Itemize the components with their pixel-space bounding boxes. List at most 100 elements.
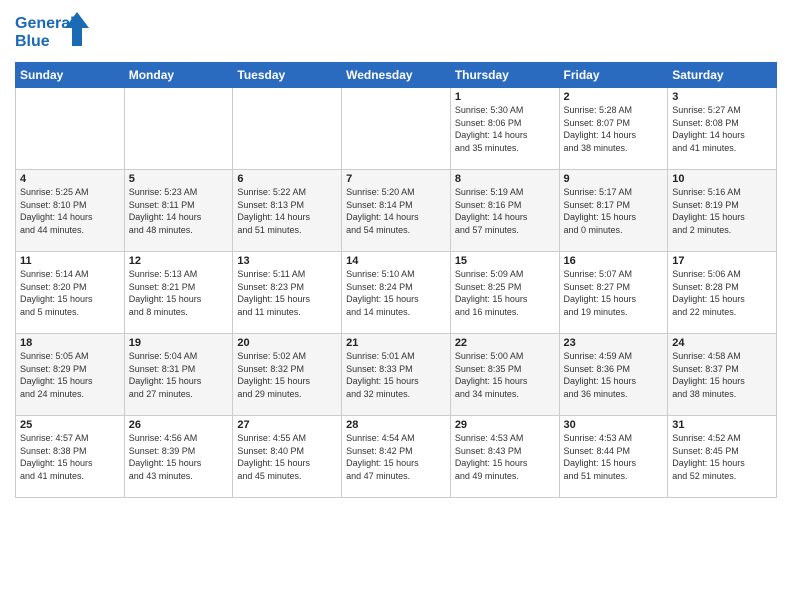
day-info: Sunrise: 5:28 AM Sunset: 8:07 PM Dayligh… bbox=[564, 104, 664, 154]
calendar-cell: 13Sunrise: 5:11 AM Sunset: 8:23 PM Dayli… bbox=[233, 252, 342, 334]
day-info: Sunrise: 4:58 AM Sunset: 8:37 PM Dayligh… bbox=[672, 350, 772, 400]
day-number: 7 bbox=[346, 173, 446, 185]
weekday-header: Sunday bbox=[16, 63, 125, 88]
day-number: 31 bbox=[672, 419, 772, 431]
calendar-cell: 27Sunrise: 4:55 AM Sunset: 8:40 PM Dayli… bbox=[233, 416, 342, 498]
weekday-header: Tuesday bbox=[233, 63, 342, 88]
calendar-cell: 30Sunrise: 4:53 AM Sunset: 8:44 PM Dayli… bbox=[559, 416, 668, 498]
calendar-week-row: 18Sunrise: 5:05 AM Sunset: 8:29 PM Dayli… bbox=[16, 334, 777, 416]
day-info: Sunrise: 5:07 AM Sunset: 8:27 PM Dayligh… bbox=[564, 268, 664, 318]
calendar-cell: 29Sunrise: 4:53 AM Sunset: 8:43 PM Dayli… bbox=[450, 416, 559, 498]
calendar-cell: 2Sunrise: 5:28 AM Sunset: 8:07 PM Daylig… bbox=[559, 88, 668, 170]
calendar-week-row: 11Sunrise: 5:14 AM Sunset: 8:20 PM Dayli… bbox=[16, 252, 777, 334]
day-number: 4 bbox=[20, 173, 120, 185]
day-info: Sunrise: 5:02 AM Sunset: 8:32 PM Dayligh… bbox=[237, 350, 337, 400]
day-info: Sunrise: 5:05 AM Sunset: 8:29 PM Dayligh… bbox=[20, 350, 120, 400]
weekday-header-row: SundayMondayTuesdayWednesdayThursdayFrid… bbox=[16, 63, 777, 88]
day-info: Sunrise: 5:22 AM Sunset: 8:13 PM Dayligh… bbox=[237, 186, 337, 236]
logo: General Blue bbox=[15, 10, 97, 54]
day-info: Sunrise: 5:16 AM Sunset: 8:19 PM Dayligh… bbox=[672, 186, 772, 236]
day-number: 5 bbox=[129, 173, 229, 185]
calendar-cell: 7Sunrise: 5:20 AM Sunset: 8:14 PM Daylig… bbox=[342, 170, 451, 252]
calendar-cell: 10Sunrise: 5:16 AM Sunset: 8:19 PM Dayli… bbox=[668, 170, 777, 252]
calendar-cell bbox=[16, 88, 125, 170]
calendar-week-row: 4Sunrise: 5:25 AM Sunset: 8:10 PM Daylig… bbox=[16, 170, 777, 252]
day-info: Sunrise: 4:53 AM Sunset: 8:44 PM Dayligh… bbox=[564, 432, 664, 482]
calendar-cell: 4Sunrise: 5:25 AM Sunset: 8:10 PM Daylig… bbox=[16, 170, 125, 252]
svg-text:Blue: Blue bbox=[15, 33, 50, 50]
calendar-cell: 16Sunrise: 5:07 AM Sunset: 8:27 PM Dayli… bbox=[559, 252, 668, 334]
calendar-cell: 12Sunrise: 5:13 AM Sunset: 8:21 PM Dayli… bbox=[124, 252, 233, 334]
day-info: Sunrise: 5:27 AM Sunset: 8:08 PM Dayligh… bbox=[672, 104, 772, 154]
calendar-cell bbox=[342, 88, 451, 170]
day-info: Sunrise: 5:30 AM Sunset: 8:06 PM Dayligh… bbox=[455, 104, 555, 154]
day-number: 13 bbox=[237, 255, 337, 267]
calendar-cell: 26Sunrise: 4:56 AM Sunset: 8:39 PM Dayli… bbox=[124, 416, 233, 498]
day-number: 16 bbox=[564, 255, 664, 267]
day-info: Sunrise: 4:53 AM Sunset: 8:43 PM Dayligh… bbox=[455, 432, 555, 482]
calendar-cell: 22Sunrise: 5:00 AM Sunset: 8:35 PM Dayli… bbox=[450, 334, 559, 416]
day-number: 14 bbox=[346, 255, 446, 267]
day-info: Sunrise: 5:17 AM Sunset: 8:17 PM Dayligh… bbox=[564, 186, 664, 236]
day-number: 22 bbox=[455, 337, 555, 349]
calendar-cell: 1Sunrise: 5:30 AM Sunset: 8:06 PM Daylig… bbox=[450, 88, 559, 170]
day-number: 26 bbox=[129, 419, 229, 431]
calendar-cell: 14Sunrise: 5:10 AM Sunset: 8:24 PM Dayli… bbox=[342, 252, 451, 334]
day-info: Sunrise: 4:54 AM Sunset: 8:42 PM Dayligh… bbox=[346, 432, 446, 482]
day-info: Sunrise: 5:06 AM Sunset: 8:28 PM Dayligh… bbox=[672, 268, 772, 318]
day-number: 20 bbox=[237, 337, 337, 349]
day-number: 21 bbox=[346, 337, 446, 349]
calendar-cell: 18Sunrise: 5:05 AM Sunset: 8:29 PM Dayli… bbox=[16, 334, 125, 416]
day-number: 12 bbox=[129, 255, 229, 267]
calendar-week-row: 1Sunrise: 5:30 AM Sunset: 8:06 PM Daylig… bbox=[16, 88, 777, 170]
day-info: Sunrise: 4:55 AM Sunset: 8:40 PM Dayligh… bbox=[237, 432, 337, 482]
day-number: 15 bbox=[455, 255, 555, 267]
calendar-cell: 24Sunrise: 4:58 AM Sunset: 8:37 PM Dayli… bbox=[668, 334, 777, 416]
logo-icon: General Blue bbox=[15, 10, 95, 54]
day-info: Sunrise: 5:11 AM Sunset: 8:23 PM Dayligh… bbox=[237, 268, 337, 318]
calendar-cell: 25Sunrise: 4:57 AM Sunset: 8:38 PM Dayli… bbox=[16, 416, 125, 498]
calendar-cell: 3Sunrise: 5:27 AM Sunset: 8:08 PM Daylig… bbox=[668, 88, 777, 170]
calendar-cell bbox=[124, 88, 233, 170]
day-number: 11 bbox=[20, 255, 120, 267]
day-number: 1 bbox=[455, 91, 555, 103]
calendar-cell: 8Sunrise: 5:19 AM Sunset: 8:16 PM Daylig… bbox=[450, 170, 559, 252]
day-info: Sunrise: 5:19 AM Sunset: 8:16 PM Dayligh… bbox=[455, 186, 555, 236]
day-number: 29 bbox=[455, 419, 555, 431]
day-number: 27 bbox=[237, 419, 337, 431]
day-number: 28 bbox=[346, 419, 446, 431]
calendar-cell: 9Sunrise: 5:17 AM Sunset: 8:17 PM Daylig… bbox=[559, 170, 668, 252]
calendar-cell: 21Sunrise: 5:01 AM Sunset: 8:33 PM Dayli… bbox=[342, 334, 451, 416]
weekday-header: Saturday bbox=[668, 63, 777, 88]
calendar-cell: 31Sunrise: 4:52 AM Sunset: 8:45 PM Dayli… bbox=[668, 416, 777, 498]
day-info: Sunrise: 5:20 AM Sunset: 8:14 PM Dayligh… bbox=[346, 186, 446, 236]
day-info: Sunrise: 5:04 AM Sunset: 8:31 PM Dayligh… bbox=[129, 350, 229, 400]
day-number: 8 bbox=[455, 173, 555, 185]
calendar-cell: 5Sunrise: 5:23 AM Sunset: 8:11 PM Daylig… bbox=[124, 170, 233, 252]
day-info: Sunrise: 5:13 AM Sunset: 8:21 PM Dayligh… bbox=[129, 268, 229, 318]
day-info: Sunrise: 5:25 AM Sunset: 8:10 PM Dayligh… bbox=[20, 186, 120, 236]
day-number: 30 bbox=[564, 419, 664, 431]
calendar-cell: 20Sunrise: 5:02 AM Sunset: 8:32 PM Dayli… bbox=[233, 334, 342, 416]
calendar-cell: 19Sunrise: 5:04 AM Sunset: 8:31 PM Dayli… bbox=[124, 334, 233, 416]
day-info: Sunrise: 5:09 AM Sunset: 8:25 PM Dayligh… bbox=[455, 268, 555, 318]
day-info: Sunrise: 4:59 AM Sunset: 8:36 PM Dayligh… bbox=[564, 350, 664, 400]
day-info: Sunrise: 5:14 AM Sunset: 8:20 PM Dayligh… bbox=[20, 268, 120, 318]
calendar-cell: 6Sunrise: 5:22 AM Sunset: 8:13 PM Daylig… bbox=[233, 170, 342, 252]
day-number: 9 bbox=[564, 173, 664, 185]
day-info: Sunrise: 5:01 AM Sunset: 8:33 PM Dayligh… bbox=[346, 350, 446, 400]
weekday-header: Thursday bbox=[450, 63, 559, 88]
calendar-cell: 11Sunrise: 5:14 AM Sunset: 8:20 PM Dayli… bbox=[16, 252, 125, 334]
calendar-table: SundayMondayTuesdayWednesdayThursdayFrid… bbox=[15, 62, 777, 498]
day-number: 25 bbox=[20, 419, 120, 431]
calendar-cell: 17Sunrise: 5:06 AM Sunset: 8:28 PM Dayli… bbox=[668, 252, 777, 334]
calendar-cell: 15Sunrise: 5:09 AM Sunset: 8:25 PM Dayli… bbox=[450, 252, 559, 334]
weekday-header: Friday bbox=[559, 63, 668, 88]
day-number: 24 bbox=[672, 337, 772, 349]
calendar-cell: 23Sunrise: 4:59 AM Sunset: 8:36 PM Dayli… bbox=[559, 334, 668, 416]
day-number: 3 bbox=[672, 91, 772, 103]
calendar-week-row: 25Sunrise: 4:57 AM Sunset: 8:38 PM Dayli… bbox=[16, 416, 777, 498]
calendar-cell: 28Sunrise: 4:54 AM Sunset: 8:42 PM Dayli… bbox=[342, 416, 451, 498]
day-number: 19 bbox=[129, 337, 229, 349]
calendar-cell bbox=[233, 88, 342, 170]
